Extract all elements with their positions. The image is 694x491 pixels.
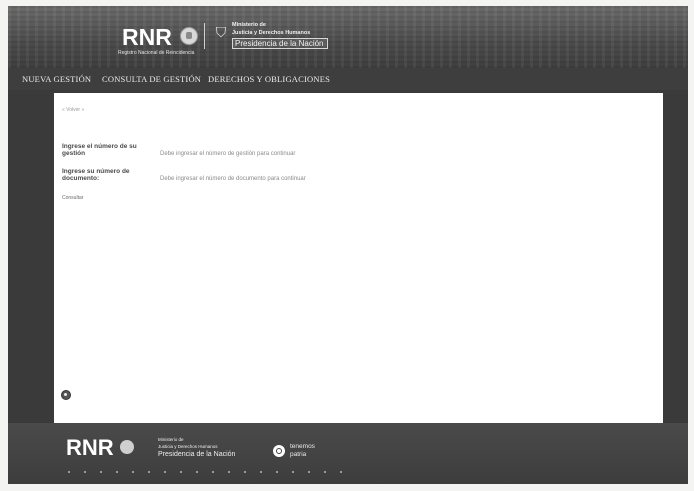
consultar-link[interactable]: Consultar bbox=[62, 195, 83, 201]
footer-ministry-line-2: Justicia y Derechos Humanos bbox=[158, 444, 218, 449]
documento-label: Ingrese su número de documento: bbox=[62, 168, 130, 182]
patria-line-2: patria bbox=[290, 451, 307, 458]
help-icon[interactable] bbox=[61, 390, 71, 400]
ministry-line-1: Ministerio de bbox=[232, 22, 266, 28]
nav-nueva-gestion[interactable]: NUEVA GESTIÓN bbox=[22, 74, 91, 84]
footer-rnr-logo: RNR bbox=[66, 435, 114, 460]
gestion-label: Ingrese el número de su gestión bbox=[62, 143, 137, 157]
site-footer: RNR Ministerio de Justicia y Derechos Hu… bbox=[8, 423, 688, 484]
gestion-input[interactable]: Debe ingresar el número de gestión para … bbox=[160, 149, 400, 159]
rnr-logo[interactable]: RNR bbox=[122, 24, 172, 51]
ministry-line-2: Justicia y Derechos Humanos bbox=[232, 30, 311, 36]
footer-presidency-label: Presidencia de la Nación bbox=[158, 451, 236, 458]
footer-ministry-line-1: Ministerio de bbox=[158, 437, 184, 442]
page: RNR Registro Nacional de Reincidencia ⛉ … bbox=[8, 6, 688, 484]
footer-dotted-divider bbox=[68, 471, 348, 473]
main-nav: NUEVA GESTIÓN CONSULTA DE GESTIÓN DERECH… bbox=[8, 68, 688, 90]
presidency-label: Presidencia de la Nación bbox=[232, 38, 328, 49]
back-link[interactable]: « Volver » bbox=[62, 107, 84, 113]
header-texture bbox=[8, 6, 688, 68]
patria-logo-icon bbox=[273, 445, 285, 457]
documento-input[interactable]: Debe ingresar el número de documento par… bbox=[160, 174, 400, 184]
nav-derechos-obligaciones[interactable]: DERECHOS Y OBLIGACIONES bbox=[208, 74, 330, 84]
nav-consulta-gestion[interactable]: CONSULTA DE GESTIÓN bbox=[102, 74, 201, 84]
footer-seal-icon bbox=[120, 440, 134, 454]
main-content: « Volver » Ingrese el número de su gesti… bbox=[54, 93, 663, 423]
rnr-logo-subtitle: Registro Nacional de Reincidencia bbox=[118, 50, 195, 56]
patria-line-1: tenemos bbox=[290, 443, 315, 450]
coat-of-arms-icon: ⛉ bbox=[215, 25, 227, 41]
site-header: RNR Registro Nacional de Reincidencia ⛉ … bbox=[8, 6, 688, 68]
header-divider bbox=[204, 23, 205, 49]
seal-icon bbox=[180, 27, 198, 45]
